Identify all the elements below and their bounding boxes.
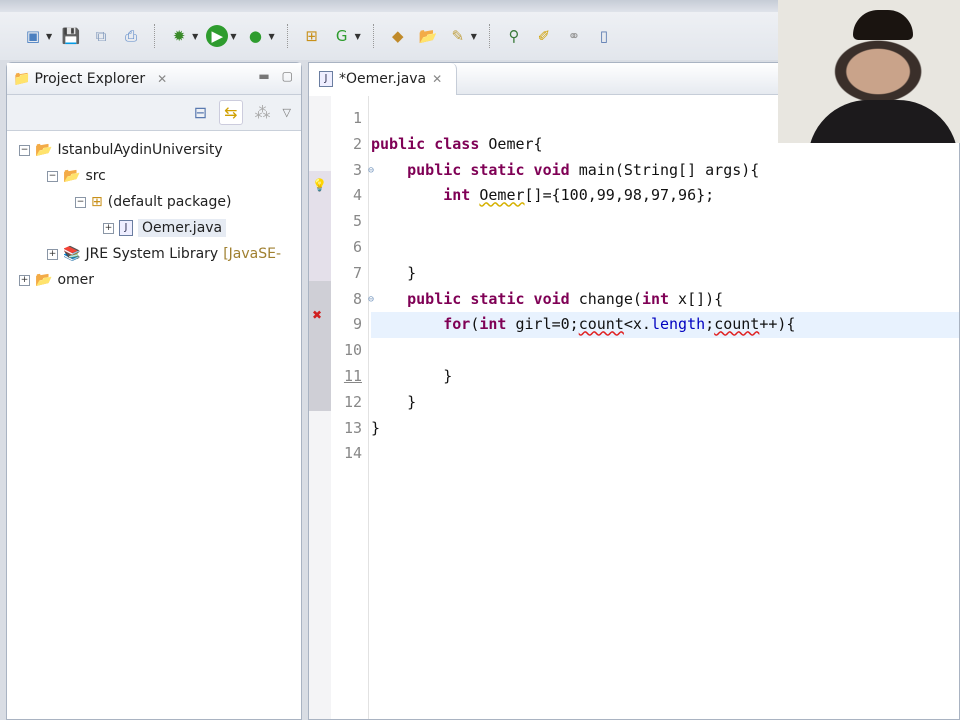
code-area[interactable]: public class Oemer{ public static void m… bbox=[371, 106, 959, 467]
tree-item-omer[interactable]: + 📂 omer bbox=[7, 267, 301, 293]
webcam-overlay bbox=[778, 0, 960, 143]
view-menu-icon[interactable]: ▽ bbox=[283, 106, 291, 119]
search-icon[interactable]: ✎ bbox=[447, 25, 469, 47]
link-with-editor-icon[interactable]: ⇆ bbox=[219, 100, 243, 125]
expand-icon[interactable]: + bbox=[19, 274, 30, 286]
project-explorer-tab[interactable]: 📁 Project Explorer ✕ ▬ ▢ bbox=[7, 63, 301, 95]
new-icon[interactable]: ▣ bbox=[22, 25, 44, 47]
code-editor: J *Oemer.java ✕ 💡 ✖ 1 2 3 ⊖ 4 5 6 7 8 ⊖ 9 … bbox=[308, 62, 960, 720]
line-number-gutter: 1 2 3 ⊖ 4 5 6 7 8 ⊖ 9 10 11 12 13 14 bbox=[331, 96, 374, 719]
collapse-all-icon[interactable]: ⊟ bbox=[194, 103, 207, 122]
package-icon: ⊞ bbox=[91, 194, 103, 210]
tree-item-default-package[interactable]: − ⊞ (default package) bbox=[7, 189, 301, 215]
error-icon[interactable]: ✖ bbox=[312, 308, 322, 322]
open-folder-icon[interactable]: 📂 bbox=[417, 25, 439, 47]
code-line: public static void main(String[] args){ bbox=[407, 160, 760, 179]
code-line: } bbox=[407, 392, 417, 411]
tree-item-jre[interactable]: + 📚 JRE System Library [JavaSE- bbox=[7, 241, 301, 267]
new-package-icon[interactable]: ⊞ bbox=[301, 25, 323, 47]
toolbar-separator bbox=[286, 24, 289, 48]
project-tree: − 📂 IstanbulAydinUniversity − 📂 src − ⊞ … bbox=[7, 131, 301, 293]
folder-icon: 📁 bbox=[13, 70, 31, 87]
chevron-down-icon[interactable]: ▼ bbox=[46, 32, 52, 41]
close-icon[interactable]: ✕ bbox=[432, 72, 442, 86]
panel-toolbar: ⊟ ⇆ ⁂ ▽ bbox=[7, 95, 301, 131]
debug-icon[interactable]: ✹ bbox=[168, 25, 190, 47]
minimize-icon[interactable]: ▬ bbox=[258, 69, 269, 83]
external-tools-icon[interactable]: ● bbox=[244, 25, 266, 47]
expand-icon[interactable]: + bbox=[47, 248, 58, 260]
code-line: int Oemer[]={100,99,98,97,96}; bbox=[443, 186, 715, 205]
link-icon[interactable]: ⚭ bbox=[563, 25, 585, 47]
code-line: } bbox=[407, 263, 417, 282]
tree-item-oemer-java[interactable]: + J Oemer.java bbox=[7, 215, 301, 241]
warning-icon[interactable]: 💡 bbox=[312, 178, 327, 192]
navigate-icon[interactable]: ▯ bbox=[593, 25, 615, 47]
tab-oemer-java[interactable]: J *Oemer.java ✕ bbox=[309, 62, 458, 95]
code-line-current: for(int girl=0;count<x.length;count++){ bbox=[371, 312, 959, 339]
java-file-icon: J bbox=[319, 70, 333, 87]
code-line: public static void change(int x[]){ bbox=[407, 289, 724, 308]
expand-icon[interactable]: + bbox=[103, 222, 114, 234]
java-file-icon: J bbox=[119, 220, 133, 236]
library-icon: 📚 bbox=[63, 246, 81, 262]
new-class-icon[interactable]: G bbox=[331, 25, 353, 47]
collapse-icon[interactable]: − bbox=[19, 144, 30, 156]
project-folder-icon: 📂 bbox=[35, 272, 53, 288]
code-line: } bbox=[443, 366, 453, 385]
save-all-icon[interactable]: ⧉ bbox=[90, 25, 112, 47]
code-line: } bbox=[371, 418, 381, 437]
toolbar-separator bbox=[372, 24, 375, 48]
chevron-down-icon[interactable]: ▼ bbox=[268, 32, 274, 41]
save-icon[interactable]: 💾 bbox=[60, 25, 82, 47]
annotation-icon[interactable]: ⚲ bbox=[503, 25, 525, 47]
chevron-down-icon[interactable]: ▼ bbox=[355, 32, 361, 41]
toolbar-separator bbox=[154, 24, 156, 48]
project-folder-icon: 📂 bbox=[35, 142, 53, 158]
collapse-icon[interactable]: − bbox=[47, 170, 58, 182]
chevron-down-icon[interactable]: ▼ bbox=[471, 32, 477, 41]
chevron-down-icon[interactable]: ▼ bbox=[230, 32, 236, 41]
run-icon[interactable]: ▶ bbox=[206, 25, 229, 47]
toolbar-separator bbox=[488, 24, 491, 48]
chevron-down-icon[interactable]: ▼ bbox=[192, 32, 198, 41]
close-icon[interactable]: ✕ bbox=[157, 72, 167, 86]
filter-icon[interactable]: ⁂ bbox=[255, 103, 271, 122]
open-type-icon[interactable]: ◆ bbox=[387, 25, 409, 47]
print-icon[interactable]: ⎙ bbox=[120, 25, 142, 47]
overview-ruler: 💡 ✖ bbox=[309, 96, 331, 719]
source-folder-icon: 📂 bbox=[63, 168, 81, 184]
project-explorer-panel: 📁 Project Explorer ✕ ▬ ▢ ⊟ ⇆ ⁂ ▽ − 📂 Ista… bbox=[6, 62, 302, 720]
highlight-icon[interactable]: ✐ bbox=[533, 25, 555, 47]
tree-item-src[interactable]: − 📂 src bbox=[7, 163, 301, 189]
panel-title: Project Explorer bbox=[34, 70, 146, 87]
maximize-icon[interactable]: ▢ bbox=[282, 69, 293, 83]
tree-item-project[interactable]: − 📂 IstanbulAydinUniversity bbox=[7, 137, 301, 163]
collapse-icon[interactable]: − bbox=[75, 196, 86, 208]
